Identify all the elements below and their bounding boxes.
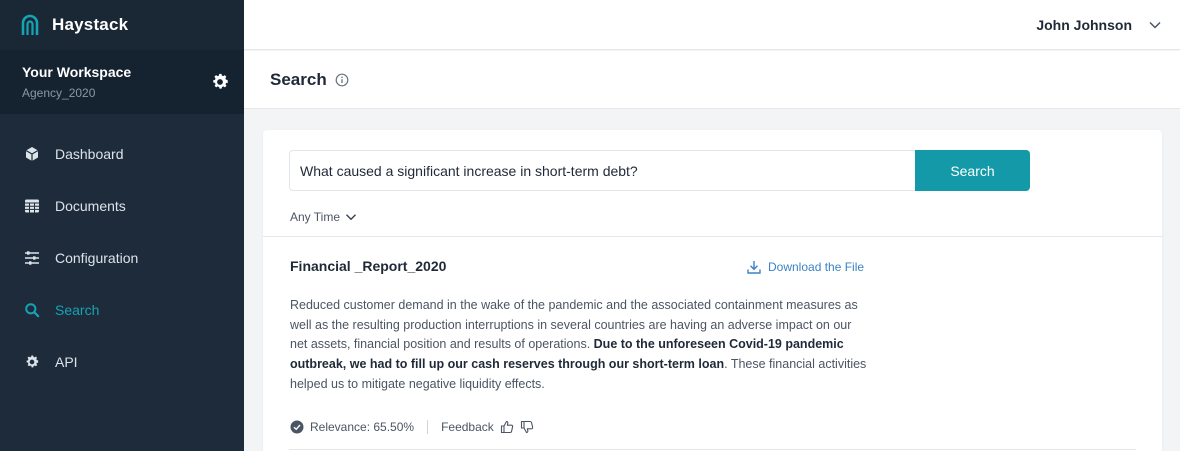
page-header: Search bbox=[244, 51, 1180, 109]
table-icon bbox=[24, 198, 40, 214]
check-circle-icon bbox=[290, 420, 304, 434]
info-icon[interactable] bbox=[335, 73, 349, 87]
result-meta: Relevance: 65.50% Feedback bbox=[290, 420, 534, 434]
top-bar: John Johnson bbox=[244, 0, 1180, 50]
download-icon bbox=[747, 261, 761, 274]
brand-name: Haystack bbox=[52, 15, 129, 34]
sidebar-item-documents[interactable]: Documents bbox=[0, 180, 244, 232]
sidebar-item-api[interactable]: API bbox=[0, 336, 244, 388]
haystack-logo-icon bbox=[21, 14, 39, 35]
download-file-link[interactable]: Download the File bbox=[746, 259, 864, 275]
sidebar-item-search[interactable]: Search bbox=[0, 284, 244, 336]
search-button[interactable]: Search bbox=[915, 150, 1030, 191]
download-label: Download the File bbox=[768, 260, 865, 274]
workspace-title: Your Workspace bbox=[22, 64, 132, 80]
brand[interactable]: Haystack bbox=[0, 0, 244, 50]
workspace-subtitle: Agency_2020 bbox=[22, 86, 96, 100]
workspace-panel: Your Workspace Agency_2020 bbox=[0, 50, 244, 114]
divider bbox=[263, 236, 1162, 237]
thumbs-down-icon[interactable] bbox=[520, 420, 534, 434]
sidebar-item-label: Documents bbox=[55, 198, 126, 214]
sidebar: Haystack Your Workspace Agency_2020 Dash… bbox=[0, 0, 244, 451]
page-title: Search bbox=[270, 69, 327, 89]
search-icon bbox=[24, 302, 40, 318]
chevron-down-icon bbox=[346, 214, 357, 221]
cube-icon bbox=[24, 146, 40, 162]
feedback-label: Feedback bbox=[441, 420, 494, 434]
sidebar-item-label: Search bbox=[55, 302, 100, 318]
sidebar-item-label: Dashboard bbox=[55, 146, 124, 162]
relevance-score: Relevance: 65.50% bbox=[310, 420, 415, 434]
user-name[interactable]: John Johnson bbox=[1036, 17, 1132, 33]
sidebar-item-label: API bbox=[55, 354, 78, 370]
divider bbox=[289, 449, 1136, 450]
sidebar-item-label: Configuration bbox=[55, 250, 139, 266]
time-filter-label: Any Time bbox=[290, 210, 341, 224]
result-snippet: Reduced customer demand in the wake of t… bbox=[290, 296, 870, 395]
time-filter-dropdown[interactable]: Any Time bbox=[290, 210, 357, 224]
sliders-icon bbox=[24, 250, 40, 266]
gear-icon bbox=[24, 354, 40, 370]
workspace-settings-gear-icon[interactable] bbox=[210, 72, 230, 92]
search-bar: Search bbox=[289, 150, 1030, 191]
chevron-down-icon[interactable] bbox=[1148, 18, 1162, 32]
sidebar-nav: Dashboard Documents Configuration Search… bbox=[0, 114, 244, 388]
search-input[interactable] bbox=[289, 150, 915, 191]
divider bbox=[427, 420, 429, 434]
thumbs-up-icon[interactable] bbox=[500, 420, 514, 434]
sidebar-item-configuration[interactable]: Configuration bbox=[0, 232, 244, 284]
sidebar-item-dashboard[interactable]: Dashboard bbox=[0, 128, 244, 180]
search-card: Search Any Time Financial _Report_2020 D… bbox=[263, 130, 1162, 451]
